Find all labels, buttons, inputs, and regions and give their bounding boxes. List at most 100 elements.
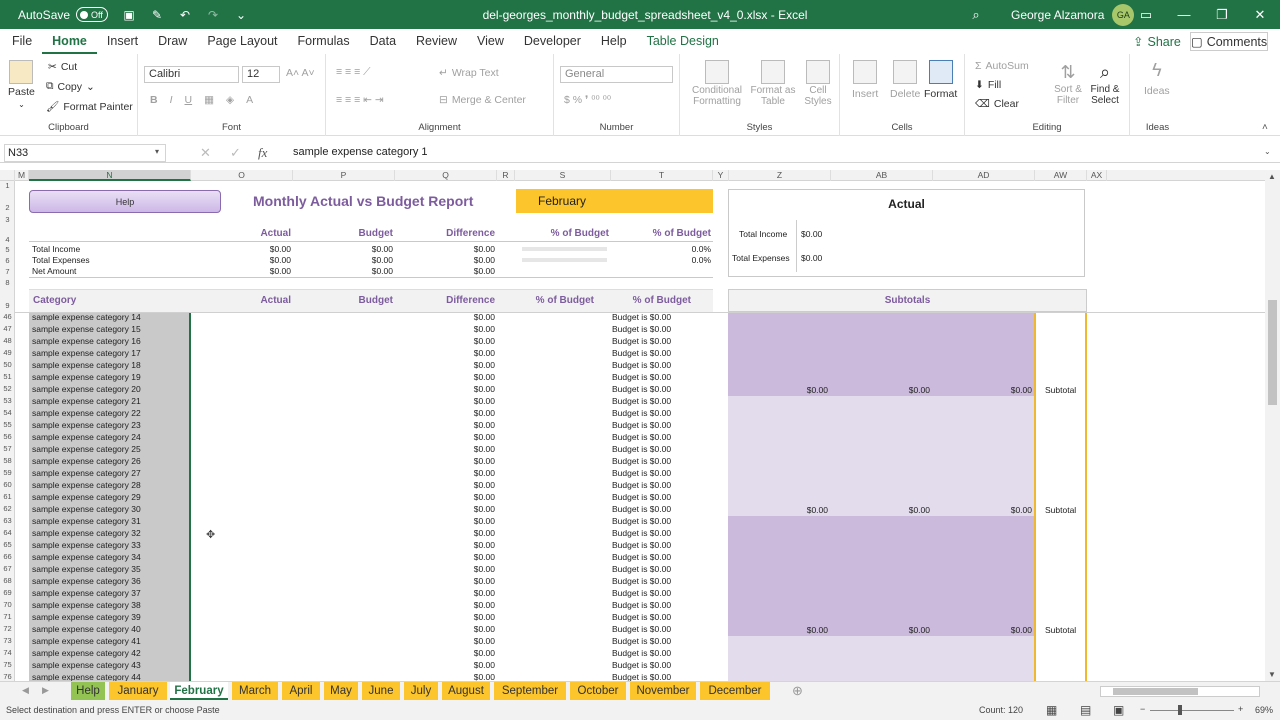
category-cell[interactable]: sample expense category 38 (32, 600, 141, 610)
autosum-button[interactable]: Σ AutoSum (975, 60, 1029, 72)
difference-cell[interactable]: $0.00 (435, 468, 495, 478)
row-header[interactable]: 6 (0, 256, 14, 265)
format-cells-button[interactable]: Format (924, 60, 957, 100)
row-header[interactable]: 50 (0, 360, 14, 369)
category-cell[interactable]: sample expense category 25 (32, 444, 141, 454)
category-cell[interactable]: sample expense category 30 (32, 504, 141, 514)
difference-cell[interactable]: $0.00 (435, 408, 495, 418)
difference-cell[interactable]: $0.00 (435, 576, 495, 586)
category-cell[interactable]: sample expense category 20 (32, 384, 141, 394)
tab-help[interactable]: Help (591, 29, 637, 54)
align-left-icons[interactable]: ≡ ≡ ≡ ⇤ ⇥ (336, 94, 384, 106)
conditional-formatting-button[interactable]: Conditional Formatting (688, 60, 746, 107)
budget-status-cell[interactable]: Budget is $0.00 (612, 528, 671, 538)
row-header[interactable]: 66 (0, 552, 14, 561)
find-select-button[interactable]: ⌕ Find & Select (1087, 62, 1123, 106)
cut-button[interactable]: ✂ Cut (48, 61, 77, 73)
sheet-tab-august[interactable]: August (442, 682, 490, 700)
paste-button[interactable]: Paste ⌄ (8, 60, 35, 109)
difference-cell[interactable]: $0.00 (435, 480, 495, 490)
column-header[interactable]: AB (831, 170, 933, 181)
comments-button[interactable]: ▢ Comments (1190, 32, 1268, 51)
row-header[interactable]: 74 (0, 648, 14, 657)
customize-icon[interactable]: ⌄ (234, 8, 248, 22)
row-header[interactable]: 75 (0, 660, 14, 669)
sheet-tab-january[interactable]: January (109, 682, 167, 700)
category-cell[interactable]: sample expense category 40 (32, 624, 141, 634)
difference-cell[interactable]: $0.00 (435, 672, 495, 681)
insert-cells-button[interactable]: Insert (852, 60, 878, 100)
column-header[interactable]: R (497, 170, 515, 181)
ribbon-display-icon[interactable]: ▭ (1127, 0, 1165, 29)
zoom-out-icon[interactable]: − (1140, 704, 1145, 714)
tab-view[interactable]: View (467, 29, 514, 54)
category-cell[interactable]: sample expense category 28 (32, 480, 141, 490)
row-header[interactable]: 64 (0, 528, 14, 537)
page-break-icon[interactable]: ▣ (1113, 703, 1124, 717)
italic-icon[interactable]: I (170, 94, 173, 106)
row-header[interactable]: 52 (0, 384, 14, 393)
font-size-select[interactable]: 12 (242, 66, 280, 83)
category-cell[interactable]: sample expense category 22 (32, 408, 141, 418)
difference-cell[interactable]: $0.00 (435, 660, 495, 670)
add-sheet-icon[interactable]: ⊕ (792, 683, 803, 699)
budget-status-cell[interactable]: Budget is $0.00 (612, 396, 671, 406)
sheet-tab-help[interactable]: Help (71, 682, 105, 700)
scroll-up-icon[interactable]: ▲ (1268, 172, 1276, 181)
row-header[interactable]: 57 (0, 444, 14, 453)
month-cell[interactable]: February (516, 189, 713, 213)
page-layout-icon[interactable]: ▤ (1080, 703, 1091, 717)
close-icon[interactable]: ✕ (1241, 0, 1279, 29)
difference-cell[interactable]: $0.00 (435, 324, 495, 334)
difference-cell[interactable]: $0.00 (435, 612, 495, 622)
undo-icon[interactable]: ↶ (178, 8, 192, 22)
formula-content[interactable]: sample expense category 1 (293, 146, 428, 158)
difference-cell[interactable]: $0.00 (435, 648, 495, 658)
difference-cell[interactable]: $0.00 (435, 504, 495, 514)
minimize-icon[interactable]: — (1165, 0, 1203, 29)
budget-status-cell[interactable]: Budget is $0.00 (612, 612, 671, 622)
sort-filter-button[interactable]: ⇅ Sort & Filter (1053, 62, 1083, 106)
category-cell[interactable]: sample expense category 37 (32, 588, 141, 598)
difference-cell[interactable]: $0.00 (435, 396, 495, 406)
category-cell[interactable]: sample expense category 17 (32, 348, 141, 358)
budget-status-cell[interactable]: Budget is $0.00 (612, 312, 671, 322)
row-header[interactable]: 60 (0, 480, 14, 489)
merge-center-button[interactable]: ⊟ Merge & Center (439, 94, 526, 106)
share-button[interactable]: ⇪ Share (1125, 32, 1189, 51)
fill-color-icon[interactable]: ◈ (226, 94, 234, 106)
vertical-scrollbar[interactable]: ▲ ▼ (1265, 170, 1280, 681)
zoom-slider[interactable] (1150, 710, 1234, 711)
row-header[interactable]: 48 (0, 336, 14, 345)
budget-status-cell[interactable]: Budget is $0.00 (612, 660, 671, 670)
difference-cell[interactable]: $0.00 (435, 456, 495, 466)
copy-button[interactable]: ⧉ Copy ⌄ (46, 80, 95, 93)
zoom-level[interactable]: 69% (1255, 705, 1273, 715)
tab-insert[interactable]: Insert (97, 29, 148, 54)
budget-status-cell[interactable]: Budget is $0.00 (612, 336, 671, 346)
zoom-in-icon[interactable]: + (1238, 704, 1243, 714)
row-header[interactable]: 47 (0, 324, 14, 333)
row-header[interactable]: 3 (0, 215, 14, 224)
zoom-slider-thumb[interactable] (1178, 705, 1182, 715)
border-icon[interactable]: ▦ (204, 94, 214, 106)
budget-status-cell[interactable]: Budget is $0.00 (612, 492, 671, 502)
difference-cell[interactable]: $0.00 (435, 516, 495, 526)
difference-cell[interactable]: $0.00 (435, 444, 495, 454)
difference-cell[interactable]: $0.00 (435, 492, 495, 502)
tab-formulas[interactable]: Formulas (288, 29, 360, 54)
search-icon[interactable]: ⌕ (957, 0, 995, 29)
tab-developer[interactable]: Developer (514, 29, 591, 54)
expand-formula-icon[interactable]: ⌄ (1264, 147, 1271, 156)
sheet-tab-march[interactable]: March (232, 682, 278, 700)
budget-status-cell[interactable]: Budget is $0.00 (612, 360, 671, 370)
budget-status-cell[interactable]: Budget is $0.00 (612, 420, 671, 430)
row-header[interactable]: 68 (0, 576, 14, 585)
column-header[interactable]: S (515, 170, 611, 181)
sheet-tab-may[interactable]: May (324, 682, 358, 700)
budget-status-cell[interactable]: Budget is $0.00 (612, 504, 671, 514)
row-header[interactable]: 61 (0, 492, 14, 501)
difference-cell[interactable]: $0.00 (435, 564, 495, 574)
row-header[interactable]: 58 (0, 456, 14, 465)
collapse-ribbon-icon[interactable]: ˄ (1262, 122, 1268, 133)
